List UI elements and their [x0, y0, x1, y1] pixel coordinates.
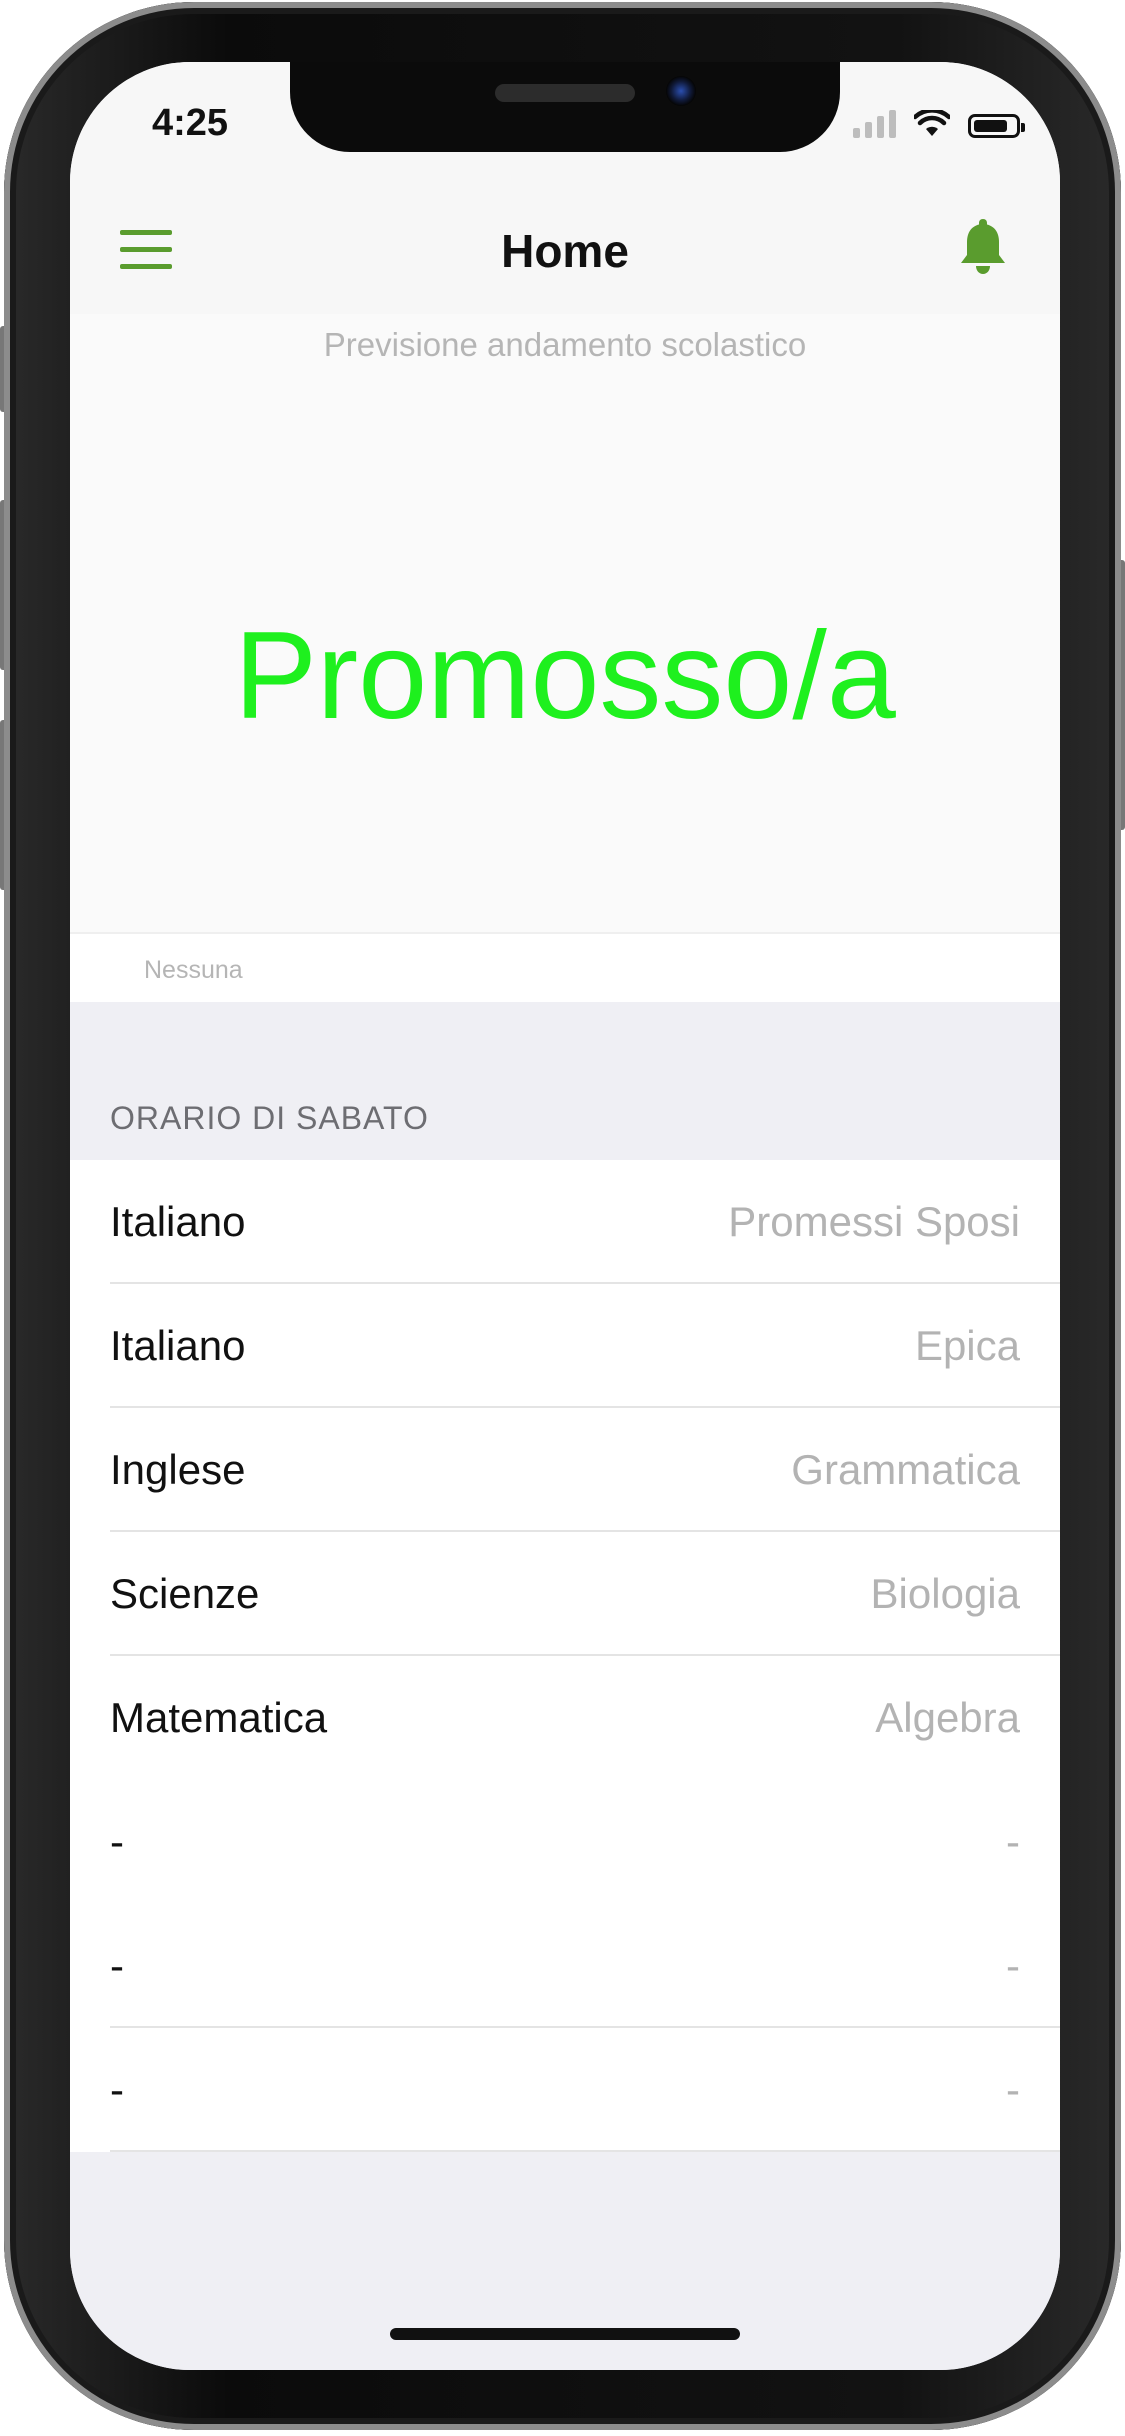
schedule-header-label: ORARIO DI SABATO — [110, 1100, 429, 1136]
schedule-topic: - — [1006, 1818, 1020, 1865]
schedule-row[interactable]: - - — [70, 2028, 1060, 2152]
wifi-icon — [914, 110, 950, 136]
bell-icon[interactable] — [956, 215, 1010, 277]
schedule-subject: - — [110, 1942, 124, 1989]
prediction-card: Previsione andamento scolastico Promosso… — [70, 314, 1060, 932]
schedule-subject: Matematica — [110, 1694, 328, 1741]
app-screen: 4:25 Home Previsione andamento scolastic… — [70, 62, 1060, 2370]
status-time: 4:25 — [152, 102, 229, 144]
schedule-row[interactable]: Matematica Algebra — [70, 1656, 1060, 1780]
schedule-subject: - — [110, 2066, 124, 2113]
prediction-note: Nessuna — [144, 956, 243, 984]
prediction-result: Promosso/a — [234, 607, 896, 745]
schedule-topic: - — [1006, 1942, 1020, 1989]
schedule-subject: Italiano — [110, 1198, 246, 1245]
front-camera — [666, 76, 696, 106]
earpiece-speaker — [495, 84, 635, 102]
schedule-list: Italiano Promessi Sposi Italiano Epica I… — [70, 1160, 1060, 2152]
device-mockup: 4:25 Home Previsione andamento scolastic… — [0, 0, 1125, 2436]
schedule-section-header: ORARIO DI SABATO — [70, 1002, 1060, 1160]
schedule-row[interactable]: Italiano Promessi Sposi — [70, 1160, 1060, 1284]
status-icons — [853, 108, 1025, 138]
schedule-subject: Inglese — [110, 1446, 246, 1493]
schedule-row[interactable]: - - — [70, 1780, 1060, 1904]
schedule-topic: - — [1006, 2066, 1020, 2113]
schedule-topic: Grammatica — [791, 1446, 1020, 1493]
device-notch — [290, 62, 840, 152]
schedule-row[interactable]: - - — [70, 1904, 1060, 2028]
cellular-signal-icon — [853, 108, 896, 138]
schedule-row[interactable]: Inglese Grammatica — [70, 1408, 1060, 1532]
schedule-row[interactable]: Italiano Epica — [70, 1284, 1060, 1408]
schedule-topic: Biologia — [870, 1570, 1020, 1617]
schedule-subject: Italiano — [110, 1322, 246, 1369]
schedule-subject: Scienze — [110, 1570, 260, 1617]
prediction-caption: Previsione andamento scolastico — [323, 326, 807, 363]
schedule-topic: Epica — [914, 1322, 1020, 1369]
schedule-topic: Promessi Sposi — [728, 1198, 1020, 1245]
prediction-note-row: Nessuna — [70, 932, 1060, 1004]
home-indicator[interactable] — [390, 2328, 740, 2340]
battery-icon — [968, 114, 1025, 138]
schedule-subject: - — [110, 1818, 124, 1865]
schedule-topic: Algebra — [875, 1694, 1020, 1741]
schedule-row[interactable]: Scienze Biologia — [70, 1532, 1060, 1656]
page-title: Home — [501, 225, 629, 277]
